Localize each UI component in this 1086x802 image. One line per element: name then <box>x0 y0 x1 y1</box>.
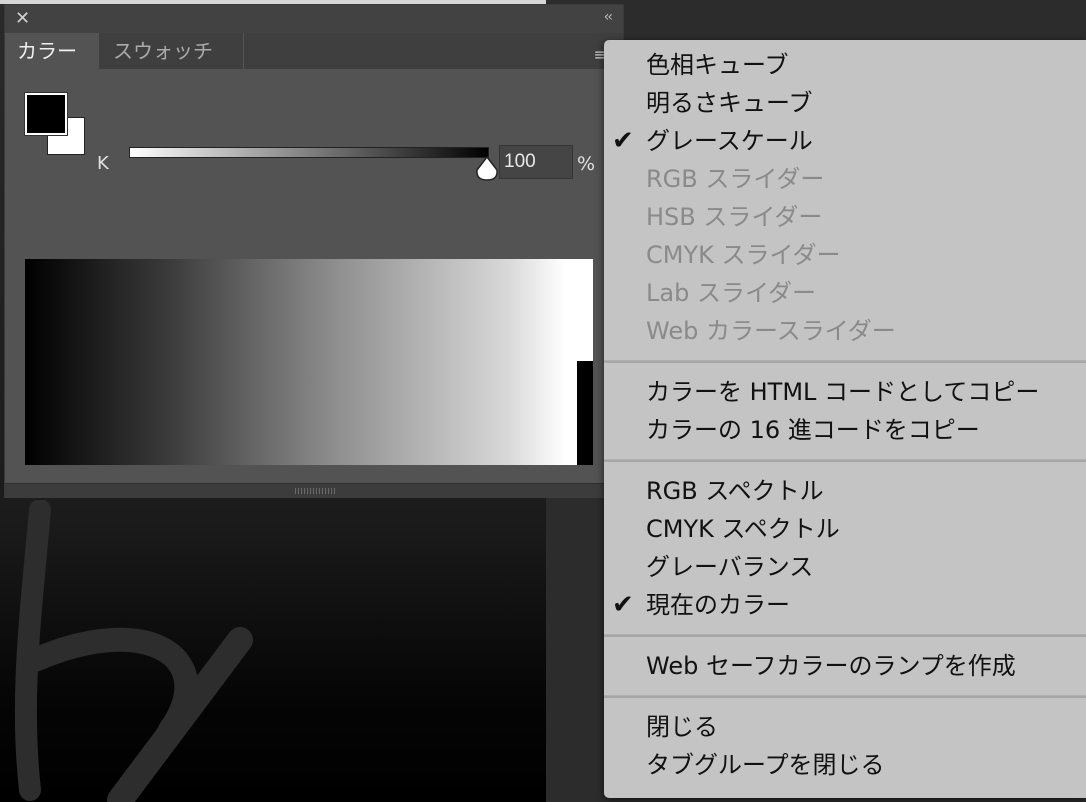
menu-item-label: Web セーフカラーのランプを作成 <box>646 652 1016 680</box>
slider-thumb[interactable] <box>475 156 499 182</box>
menu-item-label: RGB スライダー <box>646 165 825 193</box>
menu-separator <box>604 459 1086 462</box>
menu-item-label: RGB スペクトル <box>646 477 824 505</box>
gray-slider-track[interactable] <box>129 147 489 158</box>
menu-item[interactable]: グレーバランス <box>604 548 1086 586</box>
menu-item[interactable]: 明るさキューブ <box>604 84 1086 122</box>
menu-item-label: グレーバランス <box>646 553 814 581</box>
menu-item[interactable]: カラーを HTML コードとしてコピー <box>604 373 1086 411</box>
menu-item: RGB スライダー <box>604 160 1086 198</box>
menu-item: CMYK スライダー <box>604 236 1086 274</box>
menu-item[interactable]: カラーの 16 進コードをコピー <box>604 411 1086 449</box>
color-panel: ✕ ‹‹ カラー スウォッチ ≡ K 100 % <box>4 4 624 498</box>
tab-color[interactable]: カラー <box>5 33 99 69</box>
menu-item[interactable]: ✔ 現在のカラー <box>604 586 1086 624</box>
menu-item-label: CMYK スペクトル <box>646 515 840 543</box>
collapse-panel-icon[interactable]: ‹‹ <box>604 9 613 25</box>
menu-item[interactable]: 閉じる <box>604 708 1086 746</box>
ramp-black-swatch[interactable] <box>577 361 593 465</box>
menu-item[interactable]: ✔ グレースケール <box>604 122 1086 160</box>
menu-item-label: Web カラースライダー <box>646 317 896 345</box>
ramp-white-swatch[interactable] <box>577 259 593 361</box>
menu-item[interactable]: CMYK スペクトル <box>604 510 1086 548</box>
menu-item-label: 明るさキューブ <box>646 89 813 117</box>
menu-item[interactable]: Web セーフカラーのランプを作成 <box>604 647 1086 685</box>
canvas-brush-stroke <box>14 500 253 802</box>
menu-item-label: グレースケール <box>646 127 813 155</box>
checkmark-icon: ✔ <box>612 590 634 620</box>
menu-item-label: 色相キューブ <box>646 51 789 79</box>
menu-item-label: カラーの 16 進コードをコピー <box>646 416 980 444</box>
panel-bottom-bar <box>5 483 623 498</box>
menu-separator <box>604 634 1086 637</box>
tab-swatches[interactable]: スウォッチ <box>101 33 244 69</box>
grayscale-ramp[interactable] <box>25 259 593 465</box>
checkmark-icon: ✔ <box>612 126 634 156</box>
menu-item-label: 閉じる <box>646 713 718 741</box>
menu-item: Web カラースライダー <box>604 312 1086 350</box>
menu-separator <box>604 695 1086 698</box>
menu-item-label: 現在のカラー <box>646 591 790 619</box>
menu-item-label: CMYK スライダー <box>646 241 841 269</box>
menu-item-label: カラーを HTML コードとしてコピー <box>646 378 1040 406</box>
menu-item: Lab スライダー <box>604 274 1086 312</box>
menu-item-label: HSB スライダー <box>646 203 823 231</box>
resize-grip[interactable] <box>295 488 335 494</box>
foreground-color-swatch[interactable] <box>24 92 68 136</box>
menu-item[interactable]: タブグループを閉じる <box>604 746 1086 784</box>
menu-item-label: タブグループを閉じる <box>646 751 885 779</box>
slider-unit-label: % <box>577 153 596 175</box>
close-panel-icon[interactable]: ✕ <box>15 8 30 29</box>
slider-value-input[interactable]: 100 <box>499 145 573 179</box>
panel-flyout-menu: 色相キューブ 明るさキューブ ✔ グレースケール RGB スライダー HSB スライダー C… <box>604 40 1086 798</box>
menu-item-label: Lab スライダー <box>646 279 816 307</box>
menu-item[interactable]: 色相キューブ <box>604 46 1086 84</box>
panel-tab-strip: カラー スウォッチ <box>5 33 623 69</box>
menu-item[interactable]: RGB スペクトル <box>604 472 1086 510</box>
slider-channel-label: K <box>97 153 109 174</box>
panel-titlebar[interactable]: ✕ ‹‹ <box>5 5 623 33</box>
menu-item: HSB スライダー <box>604 198 1086 236</box>
menu-separator <box>604 360 1086 363</box>
